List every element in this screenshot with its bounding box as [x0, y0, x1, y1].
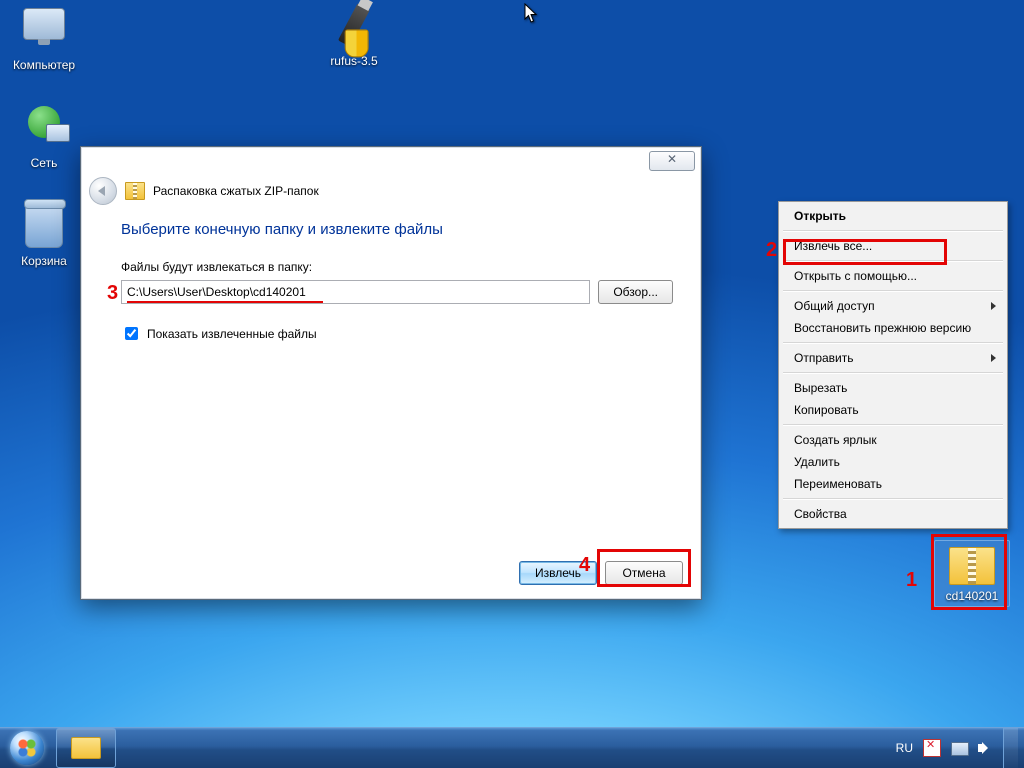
- icon-label: Корзина: [6, 254, 82, 268]
- destination-input[interactable]: [121, 280, 590, 304]
- ctx-extract-all[interactable]: Извлечь все...: [782, 235, 1004, 257]
- folder-icon: [71, 737, 101, 759]
- separator: [783, 260, 1003, 262]
- desktop-icon-recycle-bin[interactable]: Корзина: [6, 202, 82, 268]
- desktop-icon-zip-file[interactable]: cd140201: [934, 540, 1010, 607]
- close-button[interactable]: ✕: [649, 151, 695, 171]
- desktop-icon-rufus[interactable]: rufus-3.5: [316, 2, 392, 68]
- close-icon: ✕: [667, 152, 677, 166]
- separator: [783, 372, 1003, 374]
- separator: [783, 424, 1003, 426]
- ctx-create-shortcut[interactable]: Создать ярлык: [782, 429, 1004, 451]
- ctx-properties[interactable]: Свойства: [782, 503, 1004, 525]
- show-files-label: Показать извлеченные файлы: [147, 327, 317, 341]
- volume-icon[interactable]: [977, 740, 993, 756]
- back-button[interactable]: [89, 177, 117, 205]
- browse-button[interactable]: Обзор...: [598, 280, 673, 304]
- network-tray-icon[interactable]: [951, 740, 967, 756]
- ctx-send-to[interactable]: Отправить: [782, 347, 1004, 369]
- wizard-title: Выберите конечную папку и извлеките файл…: [121, 221, 673, 238]
- desktop-icon-network[interactable]: Сеть: [6, 102, 82, 170]
- annotation-number-1: 1: [906, 570, 917, 590]
- zip-folder-icon: [125, 182, 145, 200]
- annotation-number-2: 2: [766, 240, 777, 260]
- ctx-restore-previous[interactable]: Восстановить прежнюю версию: [782, 317, 1004, 339]
- cancel-button[interactable]: Отмена: [605, 561, 683, 585]
- action-center-icon[interactable]: [923, 739, 941, 757]
- desktop-icon-computer[interactable]: Компьютер: [6, 2, 82, 72]
- ctx-open-with[interactable]: Открыть с помощью...: [782, 265, 1004, 287]
- ctx-cut[interactable]: Вырезать: [782, 377, 1004, 399]
- language-indicator[interactable]: RU: [896, 741, 913, 755]
- ctx-copy[interactable]: Копировать: [782, 399, 1004, 421]
- windows-orb-icon: [10, 731, 44, 765]
- recycle-bin-icon: [20, 204, 68, 252]
- icon-label: Сеть: [6, 156, 82, 170]
- extract-wizard-window: ✕ Распаковка сжатых ZIP-папок Выберите к…: [80, 146, 702, 600]
- icon-label: Компьютер: [6, 58, 82, 72]
- system-tray: RU: [896, 728, 1024, 768]
- taskbar-explorer-button[interactable]: [56, 728, 116, 768]
- context-menu: Открыть Извлечь все... Открыть с помощью…: [778, 201, 1008, 529]
- zip-folder-icon: [948, 547, 996, 587]
- separator: [783, 498, 1003, 500]
- wizard-header: Распаковка сжатых ZIP-папок: [153, 184, 319, 198]
- computer-icon: [20, 8, 68, 56]
- separator: [783, 230, 1003, 232]
- network-icon: [20, 106, 68, 154]
- usb-icon: [330, 4, 378, 52]
- destination-label: Файлы будут извлекаться в папку:: [121, 260, 673, 274]
- cursor-icon: [524, 3, 540, 28]
- start-button[interactable]: [0, 728, 54, 768]
- separator: [783, 342, 1003, 344]
- show-desktop-button[interactable]: [1003, 728, 1018, 768]
- separator: [783, 290, 1003, 292]
- taskbar: RU: [0, 727, 1024, 768]
- extract-button[interactable]: Извлечь: [519, 561, 597, 585]
- ctx-delete[interactable]: Удалить: [782, 451, 1004, 473]
- ctx-open[interactable]: Открыть: [782, 205, 1004, 227]
- ctx-rename[interactable]: Переименовать: [782, 473, 1004, 495]
- show-files-checkbox[interactable]: [125, 327, 138, 340]
- icon-label: cd140201: [937, 589, 1007, 603]
- ctx-share[interactable]: Общий доступ: [782, 295, 1004, 317]
